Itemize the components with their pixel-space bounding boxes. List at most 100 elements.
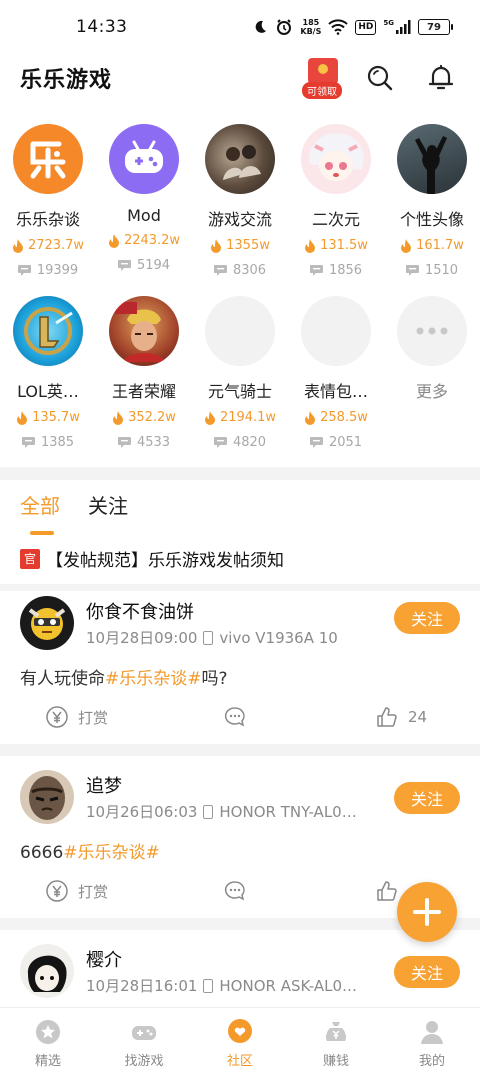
category-heat: 135.7w <box>0 410 96 425</box>
like-button[interactable]: 24 <box>376 706 427 728</box>
bell-icon[interactable] <box>427 64 455 92</box>
moon-icon <box>252 19 268 35</box>
category-posts: 1856 <box>288 263 384 278</box>
app-header: 乐乐游戏 可领取 <box>0 54 480 102</box>
category-name: 王者荣耀 <box>111 382 176 401</box>
username[interactable]: 追梦 <box>86 772 122 798</box>
message-icon <box>309 265 323 276</box>
thumbs-up-icon <box>377 881 397 901</box>
status-bar: 14:33 185 KB/S HD 5G 79 <box>0 0 480 54</box>
posts-count: 1856 <box>328 263 363 278</box>
comment-icon <box>224 881 245 901</box>
tab-all[interactable]: 全部 <box>20 490 60 535</box>
post-date: 10月26日06:03 <box>86 803 198 821</box>
heat-value: 161.7w <box>416 238 464 253</box>
flame-icon <box>12 238 23 253</box>
create-post-button[interactable] <box>397 882 457 942</box>
category-honor-of-kings[interactable]: 王者荣耀 352.2w 4533 <box>96 296 192 450</box>
posts-count: 1385 <box>40 435 75 450</box>
post-date: 10月28日09:00 <box>86 629 198 647</box>
reward-label: 打赏 <box>78 882 109 901</box>
category-lele-chat[interactable]: 乐乐杂谈 2723.7w 19399 <box>0 124 96 278</box>
flame-icon <box>305 410 316 425</box>
comment-button[interactable] <box>224 706 246 728</box>
more-dots-icon <box>397 296 467 366</box>
posts-count: 19399 <box>36 263 79 278</box>
posts-count: 4820 <box>232 435 267 450</box>
phone-icon <box>203 804 214 819</box>
soul-knight-placeholder <box>205 296 275 366</box>
category-name: 游戏交流 <box>207 210 272 229</box>
post-date: 10月28日16:01 <box>86 977 198 995</box>
phone-icon <box>203 978 214 993</box>
category-soul-knight[interactable]: 元气骑士 2194.1w 4820 <box>192 296 288 450</box>
category-posts: 4533 <box>96 435 192 450</box>
search-icon[interactable] <box>366 64 394 92</box>
posts-count: 4533 <box>136 435 171 450</box>
username[interactable]: 你食不食油饼 <box>86 598 194 624</box>
avatar[interactable] <box>20 770 74 824</box>
post-content[interactable]: 有人玩使命#乐乐杂谈#吗? <box>20 664 228 689</box>
reward-button[interactable]: 打赏 <box>46 706 108 728</box>
message-icon <box>17 265 31 276</box>
net-speed-unit: KB/S <box>300 27 322 36</box>
gamepad-icon <box>132 1026 156 1040</box>
message-icon <box>117 260 131 271</box>
category-name: 更多 <box>415 382 448 401</box>
category-posts: 8306 <box>192 263 288 278</box>
like-button[interactable] <box>376 880 398 902</box>
comment-button[interactable] <box>224 880 246 902</box>
post-content[interactable]: 6666#乐乐杂谈# <box>20 838 160 863</box>
category-anime[interactable]: 二次元 131.5w 1856 <box>288 124 384 278</box>
nav-featured[interactable]: 精选 <box>0 1008 96 1072</box>
posts-count: 5194 <box>136 258 171 273</box>
heat-value: 135.7w <box>32 410 80 425</box>
message-icon <box>21 437 35 448</box>
category-more[interactable]: 更多 <box>384 296 480 402</box>
posts-count: 8306 <box>232 263 267 278</box>
avatar[interactable] <box>20 596 74 650</box>
person-icon <box>421 1021 443 1044</box>
hd-badge: HD <box>355 19 377 35</box>
category-stickers[interactable]: 表情包… 258.5w 2051 <box>288 296 384 450</box>
category-name: 个性头像 <box>399 210 464 229</box>
nav-label: 精选 <box>34 1054 61 1069</box>
category-mod[interactable]: Mod 2243.2w 5194 <box>96 124 192 273</box>
category-name: Mod <box>127 206 161 225</box>
nav-me[interactable]: 我的 <box>384 1008 480 1072</box>
heat-value: 352.2w <box>128 410 176 425</box>
status-icons: 185 KB/S HD 5G 79 <box>252 14 453 40</box>
follow-button[interactable]: 关注 <box>394 602 460 634</box>
avatar[interactable] <box>20 944 74 998</box>
nav-community[interactable]: 社区 <box>192 1008 288 1072</box>
post-device: HONOR TNY-AL0… <box>219 802 357 821</box>
reward-button[interactable]: 打赏 <box>46 880 108 902</box>
game-talk-image <box>205 124 275 194</box>
category-heat: 2194.1w <box>192 410 288 425</box>
red-envelope-button[interactable]: 可领取 <box>300 58 346 99</box>
category-name: LOL英… <box>17 382 79 401</box>
message-icon <box>405 265 419 276</box>
tab-following[interactable]: 关注 <box>88 490 128 519</box>
pinned-notice[interactable]: 官 【发帖规范】乐乐游戏发帖须知 <box>20 546 284 571</box>
net-speed-value: 185 <box>302 18 320 27</box>
nav-find-games[interactable]: 找游戏 <box>96 1008 192 1072</box>
follow-button[interactable]: 关注 <box>394 956 460 988</box>
nav-label: 找游戏 <box>124 1054 164 1069</box>
phone-icon <box>203 630 214 645</box>
post-meta: 10月28日16:01 HONOR ASK-AL0… <box>86 975 357 996</box>
category-game-talk[interactable]: 游戏交流 1355w 8306 <box>192 124 288 278</box>
comment-icon <box>224 707 245 727</box>
alarm-icon <box>275 18 293 36</box>
heat-value: 2243.2w <box>123 233 181 248</box>
category-heat: 161.7w <box>384 238 480 253</box>
section-divider <box>0 467 480 480</box>
category-avatars[interactable]: 个性头像 161.7w 1510 <box>384 124 480 278</box>
post-topic-link[interactable]: #乐乐杂谈# <box>105 669 202 689</box>
nav-earn[interactable]: 赚钱 <box>288 1008 384 1072</box>
category-lol[interactable]: LOL英… 135.7w 1385 <box>0 296 96 450</box>
post-topic-link[interactable]: #乐乐杂谈# <box>63 843 160 863</box>
follow-button[interactable]: 关注 <box>394 782 460 814</box>
username[interactable]: 樱介 <box>86 946 122 972</box>
flame-icon <box>108 233 119 248</box>
